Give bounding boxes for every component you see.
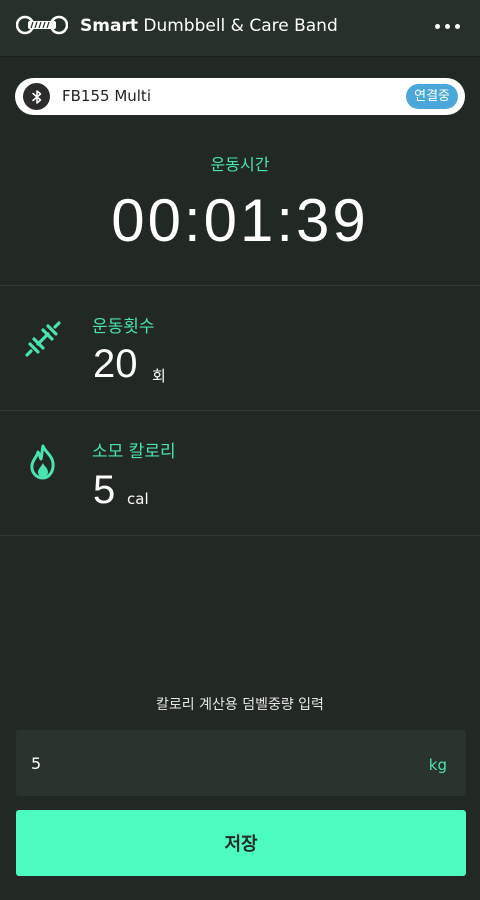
more-horizontal-icon — [444, 23, 450, 29]
divider — [0, 535, 480, 536]
weight-input[interactable] — [16, 730, 396, 796]
connection-status-badge: 연결중 — [406, 84, 458, 109]
app-header: Smart Dumbbell & Care Band — [0, 0, 480, 56]
device-name: FB155 Multi — [62, 87, 151, 105]
divider — [0, 285, 480, 286]
more-menu-button[interactable] — [432, 17, 462, 35]
weight-input-label: 칼로리 계산용 덤벨중량 입력 — [156, 697, 324, 713]
app-title-rest: Dumbbell & Care Band — [143, 16, 338, 36]
more-horizontal-icon — [454, 23, 460, 29]
app-title-bold: Smart — [80, 16, 138, 36]
divider — [0, 410, 480, 411]
weight-field[interactable]: kg — [16, 730, 466, 796]
reps-label: 운동횟수 — [92, 317, 155, 337]
device-connection-bar[interactable]: FB155 Multi 연결중 — [15, 78, 465, 115]
more-horizontal-icon — [434, 23, 440, 29]
dumbbell-logo-icon — [16, 15, 68, 35]
reps-value: 20 — [93, 342, 138, 386]
calories-label: 소모 칼로리 — [92, 442, 176, 462]
calories-value: 5 — [93, 468, 116, 512]
calories-unit: cal — [127, 490, 149, 508]
flame-icon — [30, 444, 55, 480]
reps-unit: 회 — [152, 367, 166, 385]
workout-time-value: 00:01:39 — [111, 187, 369, 254]
dumbbell-icon — [25, 321, 61, 357]
bluetooth-icon — [23, 83, 50, 110]
save-button[interactable]: 저장 — [16, 810, 466, 876]
app-title: Smart Dumbbell & Care Band — [80, 0, 338, 52]
workout-time-label: 운동시간 — [210, 155, 270, 174]
weight-unit: kg — [428, 756, 447, 774]
